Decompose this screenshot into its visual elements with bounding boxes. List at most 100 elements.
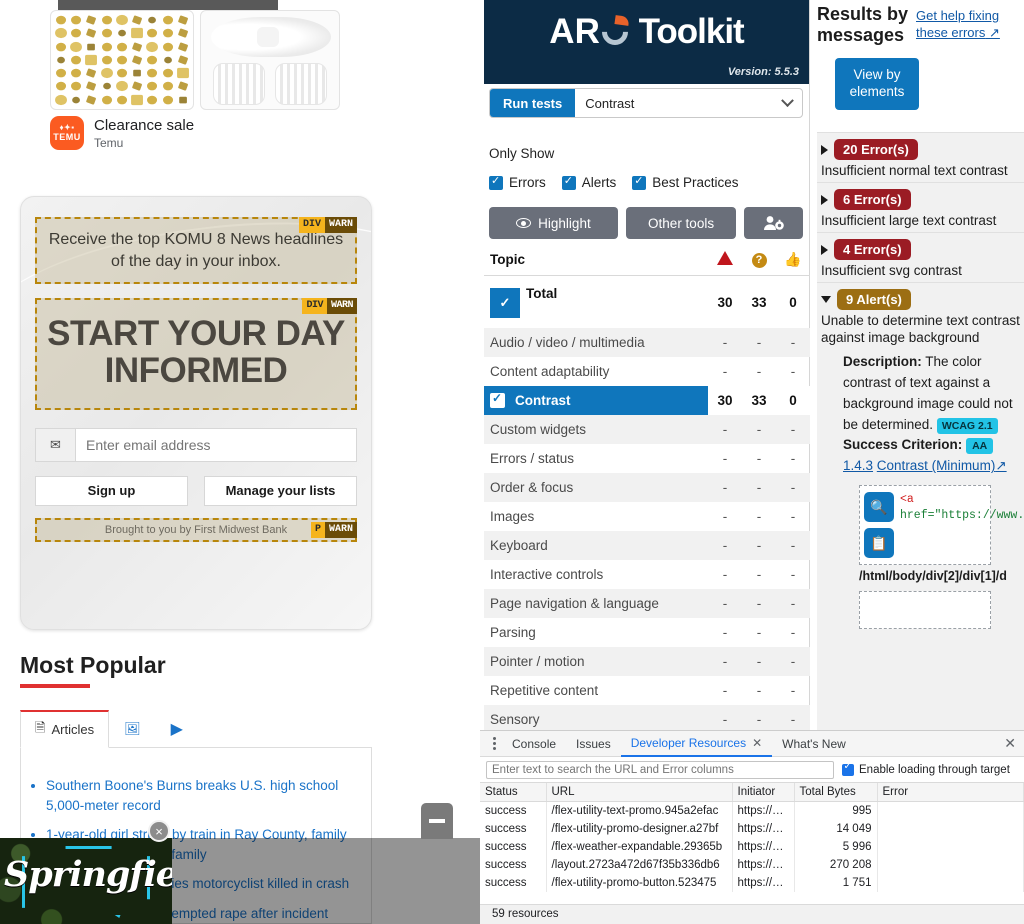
checkbox-icon[interactable] [842, 764, 854, 776]
tab-console[interactable]: Console [502, 731, 566, 757]
tab-developer-resources[interactable]: Developer Resources ✕ [621, 731, 772, 757]
temu-logo-text: TEMU [53, 133, 81, 142]
message-toggle-row[interactable]: 9 Alert(s) [821, 289, 1020, 310]
sign-up-button[interactable]: Sign up [35, 476, 188, 506]
table-row[interactable]: Page navigation & language - - - [484, 589, 810, 618]
row-label: Errors / status [484, 444, 708, 473]
highlight-button[interactable]: Highlight [489, 207, 618, 239]
checkbox-icon[interactable] [489, 176, 503, 190]
panel-edge-strip [480, 0, 484, 730]
column-initiator[interactable]: Initiator [732, 783, 794, 802]
run-tests-button[interactable]: Run tests [490, 89, 575, 117]
clipboard-icon[interactable]: 📋 [864, 528, 894, 558]
filter-best-practices[interactable]: Best Practices [632, 175, 738, 190]
email-input[interactable] [76, 429, 356, 461]
row-label: Images [484, 502, 708, 531]
message-toggle-row[interactable]: 4 Error(s) [821, 239, 1020, 260]
filter-alerts-label: Alerts [582, 175, 617, 190]
warn-badge-div-2: DIV WARN [302, 298, 357, 314]
enable-loading-toggle[interactable]: Enable loading through target [842, 764, 1010, 776]
row-errors: - [708, 415, 742, 444]
cell-status: success [480, 838, 546, 856]
table-row[interactable]: success /flex-utility-promo-button.52347… [480, 874, 1024, 892]
test-type-value: Contrast [585, 96, 634, 111]
chevron-right-icon[interactable] [821, 195, 828, 205]
message-toggle-row[interactable]: 20 Error(s) [821, 139, 1020, 160]
ad-image-jewelry[interactable] [50, 10, 194, 110]
table-row[interactable]: Images - - - [484, 502, 810, 531]
criterion-number-link[interactable]: 1.4.3 [843, 458, 873, 473]
checkbox-icon[interactable] [632, 176, 646, 190]
table-row-total[interactable]: ✓Total 30 33 0 [484, 276, 810, 329]
table-row[interactable]: Keyboard - - - [484, 531, 810, 560]
table-row[interactable]: Custom widgets - - - [484, 415, 810, 444]
row-label: Pointer / motion [484, 647, 708, 676]
checkbox-icon[interactable]: ✓ [490, 288, 520, 318]
checkbox-icon[interactable] [490, 393, 505, 408]
criterion-name-link[interactable]: Contrast (Minimum) [877, 458, 996, 473]
table-row[interactable]: success /flex-utility-text-promo.945a2ef… [480, 802, 1024, 821]
springfield-overlay-ad[interactable]: Springfield [0, 838, 172, 924]
badge-tag: DIV [299, 217, 325, 233]
table-row[interactable]: success /flex-utility-promo-designer.a27… [480, 820, 1024, 838]
tab-whats-new[interactable]: What's New [772, 731, 856, 757]
message-group-image-background[interactable]: 9 Alert(s) Unable to determine text cont… [817, 282, 1024, 730]
message-group-normal-text[interactable]: 20 Error(s) Insufficient normal text con… [817, 132, 1024, 187]
column-total-bytes[interactable]: Total Bytes [794, 783, 877, 802]
table-row[interactable]: success /layout.2723a472d67f35b336db6 ht… [480, 856, 1024, 874]
get-help-link[interactable]: Get help fixing these errors ↗ [916, 8, 1021, 42]
message-group-large-text[interactable]: 6 Error(s) Insufficient large text contr… [817, 182, 1024, 237]
test-type-select[interactable]: Contrast [575, 89, 802, 117]
magnifier-icon[interactable]: 🔍 [864, 492, 894, 522]
chevron-right-icon[interactable] [821, 245, 828, 255]
topics-table: Topic ? 👍 ✓Total 30 33 0 Audio / video /… [484, 244, 810, 734]
user-settings-button[interactable] [744, 207, 803, 239]
close-icon[interactable]: ✕ [752, 736, 762, 750]
ad-images[interactable] [50, 10, 340, 110]
envelope-icon: ✉ [36, 429, 76, 461]
view-by-elements-button[interactable]: View by elements [835, 58, 919, 110]
email-input-group[interactable]: ✉ [35, 428, 357, 462]
table-row[interactable]: Pointer / motion - - - [484, 647, 810, 676]
column-url[interactable]: URL [546, 783, 732, 802]
chevron-right-icon[interactable] [821, 145, 828, 155]
filter-errors[interactable]: Errors [489, 175, 546, 190]
list-item[interactable]: Southern Boone's Burns breaks U.S. high … [46, 776, 366, 815]
row-best: 0 [776, 276, 810, 329]
checkbox-icon[interactable] [562, 176, 576, 190]
minimize-button[interactable] [421, 803, 453, 839]
tab-images[interactable]: 🖼 [109, 710, 156, 747]
table-row[interactable]: Parsing - - - [484, 618, 810, 647]
table-row[interactable]: Content adaptability - - - [484, 357, 810, 386]
tab-videos[interactable]: ▶ [156, 710, 198, 747]
other-tools-button[interactable]: Other tools [626, 207, 736, 239]
manage-lists-button[interactable]: Manage your lists [204, 476, 357, 506]
close-drawer-icon[interactable]: ✕ [1004, 735, 1016, 752]
ad-image-headband[interactable] [200, 10, 340, 110]
tab-articles[interactable]: 🗎 Articles [20, 710, 109, 748]
search-input[interactable] [486, 761, 834, 779]
newsletter-headline-text: START YOUR DAY INFORMED [47, 314, 345, 390]
column-error[interactable]: Error [877, 783, 1024, 802]
tab-issues[interactable]: Issues [566, 731, 621, 757]
filter-alerts[interactable]: Alerts [562, 175, 617, 190]
more-options-icon[interactable] [486, 737, 502, 750]
table-row[interactable]: success /flex-weather-expandable.29365b … [480, 838, 1024, 856]
question-circle-icon: ? [752, 253, 767, 268]
chevron-down-icon[interactable] [821, 296, 831, 303]
ad-brand-row[interactable]: ♦✦▪TEMU Clearance sale Temu [50, 116, 194, 150]
row-label: Interactive controls [484, 560, 708, 589]
level-badge: AA [966, 438, 993, 454]
table-row[interactable]: Repetitive content - - - [484, 676, 810, 705]
table-row[interactable]: Interactive controls - - - [484, 560, 810, 589]
close-icon[interactable]: × [148, 820, 170, 842]
column-status[interactable]: Status [480, 783, 546, 802]
table-row[interactable]: Audio / video / multimedia - - - [484, 328, 810, 357]
table-row[interactable]: Order & focus - - - [484, 473, 810, 502]
message-group-svg[interactable]: 4 Error(s) Insufficient svg contrast [817, 232, 1024, 287]
row-label: Order & focus [484, 473, 708, 502]
table-row-contrast[interactable]: Contrast 30 33 0 [484, 386, 810, 415]
message-toggle-row[interactable]: 6 Error(s) [821, 189, 1020, 210]
table-row[interactable]: Errors / status - - - [484, 444, 810, 473]
ad-title[interactable]: Clearance sale [94, 117, 194, 134]
